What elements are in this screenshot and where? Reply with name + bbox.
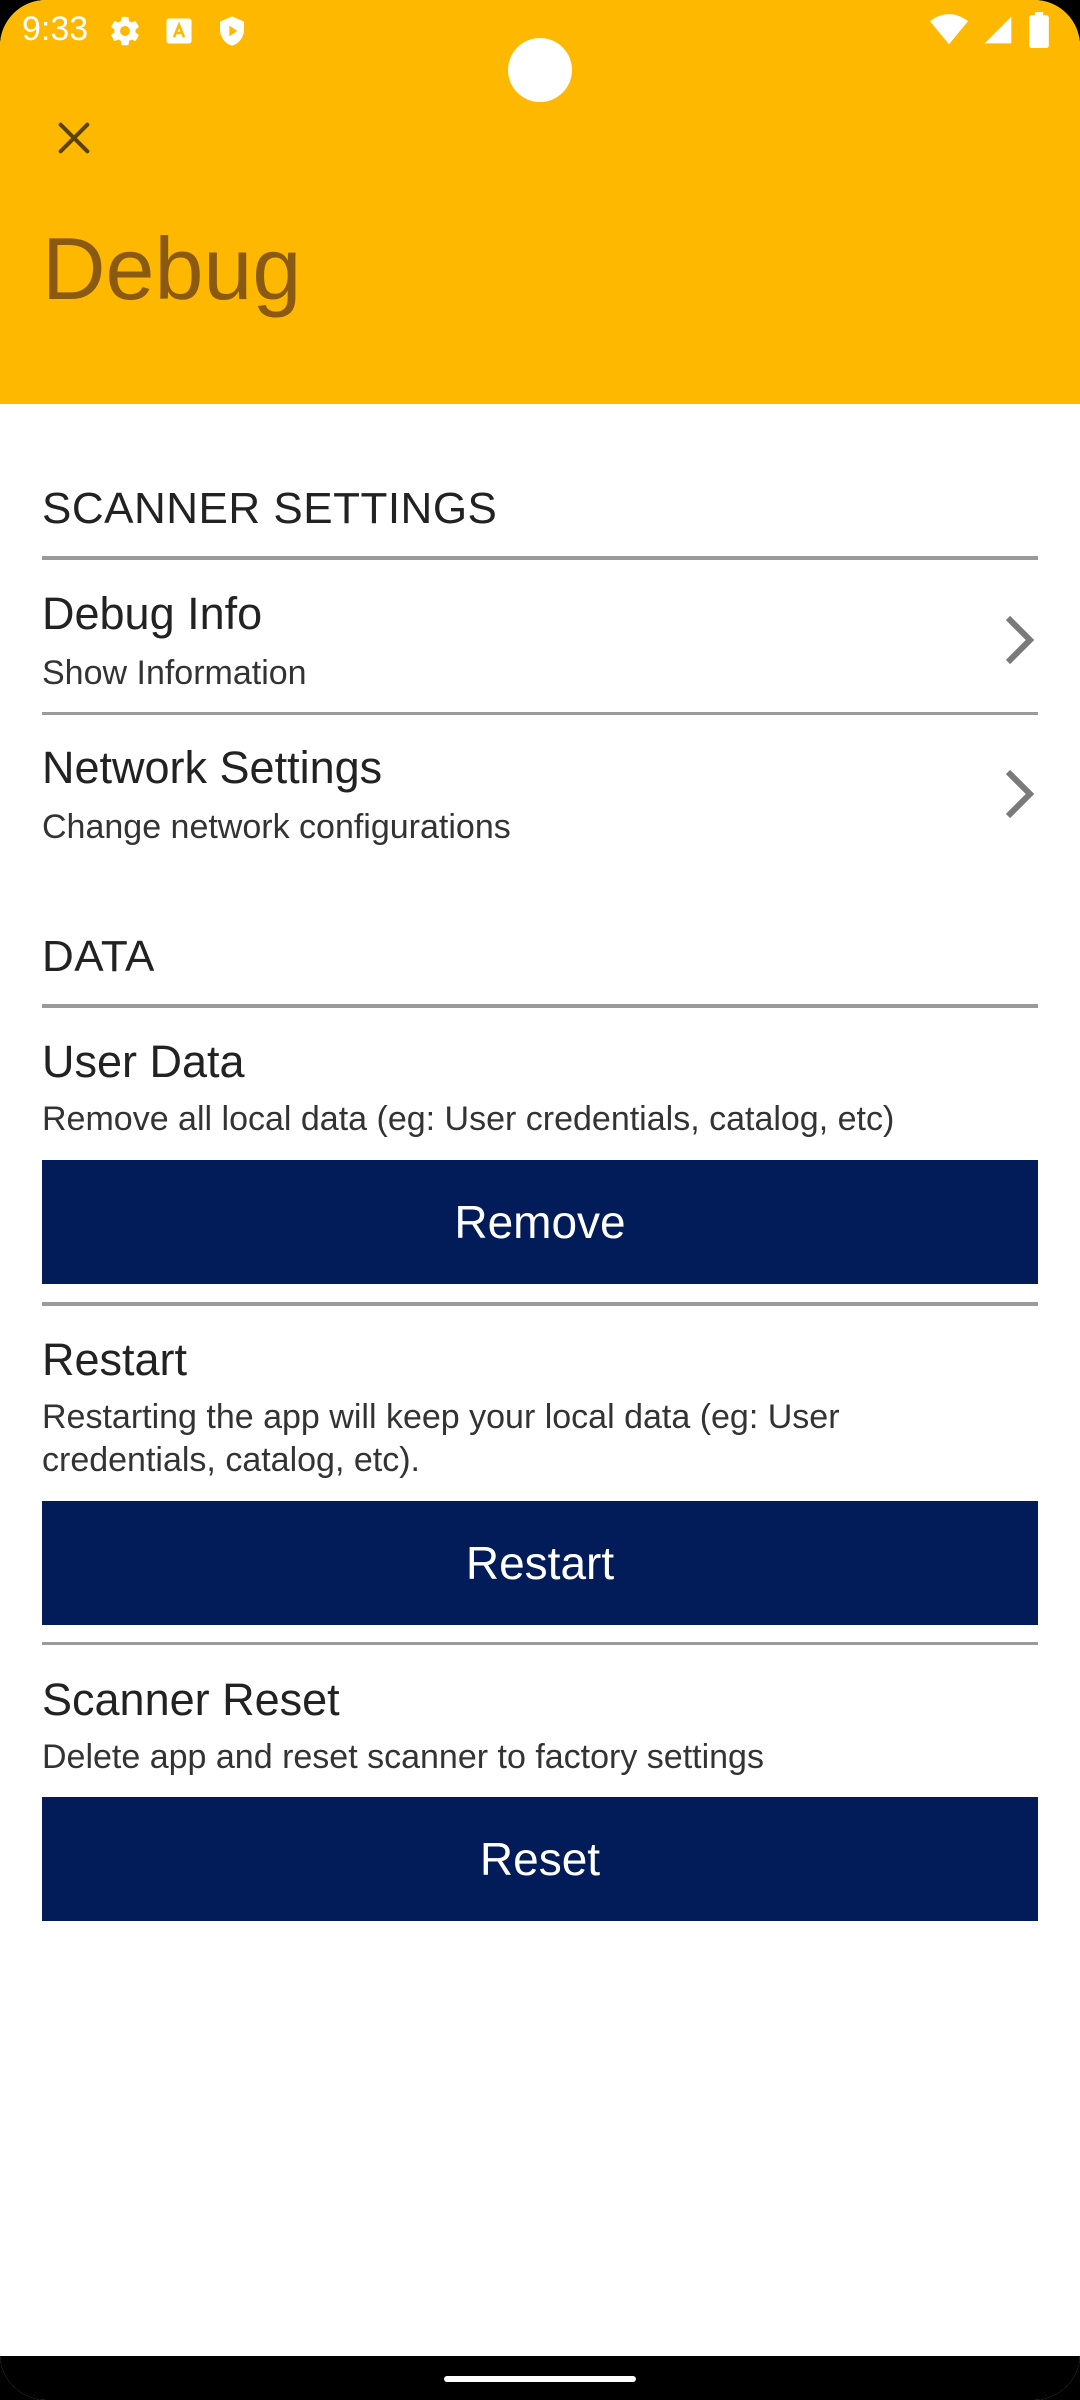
battery-icon xyxy=(1028,12,1050,53)
app-screen: 9:33 Debug SCANNER SETTINGS Debug Info S… xyxy=(0,0,1080,2400)
restart-button[interactable]: Restart xyxy=(42,1501,1038,1625)
section-header-data: DATA xyxy=(42,932,155,981)
home-gesture-handle[interactable] xyxy=(444,2376,636,2382)
status-right-icons xyxy=(930,12,1050,53)
user-data-title: User Data xyxy=(42,1036,245,1087)
list-item-subtitle: Change network configurations xyxy=(42,808,511,846)
row-divider xyxy=(42,1302,1038,1306)
status-time: 9:33 xyxy=(22,10,89,48)
remove-button[interactable]: Remove xyxy=(42,1160,1038,1284)
restart-subtitle: Restarting the app will keep your local … xyxy=(42,1398,840,1479)
section-divider xyxy=(42,1004,1038,1008)
app-bar: 9:33 Debug xyxy=(0,0,1080,404)
row-divider xyxy=(42,712,1038,715)
scanner-reset-subtitle: Delete app and reset scanner to factory … xyxy=(42,1738,764,1776)
list-item-subtitle: Show Information xyxy=(42,654,307,692)
section-divider xyxy=(42,556,1038,560)
list-item-title: Network Settings xyxy=(42,742,383,793)
signal-icon xyxy=(982,14,1014,51)
close-button[interactable] xyxy=(42,108,106,172)
restart-title: Restart xyxy=(42,1334,188,1385)
shield-play-icon xyxy=(216,14,248,53)
wifi-icon xyxy=(930,14,968,51)
reset-button[interactable]: Reset xyxy=(42,1797,1038,1921)
status-left-icons xyxy=(108,14,248,53)
user-data-subtitle: Remove all local data (eg: User credenti… xyxy=(42,1100,895,1138)
section-header-scanner-settings: SCANNER SETTINGS xyxy=(42,484,498,533)
page-title: Debug xyxy=(42,219,302,318)
chevron-right-icon xyxy=(998,610,1038,670)
row-divider xyxy=(42,1642,1038,1645)
scanner-reset-title: Scanner Reset xyxy=(42,1674,340,1725)
close-icon xyxy=(54,118,94,163)
chevron-right-icon xyxy=(998,764,1038,824)
camera-cutout xyxy=(508,38,572,102)
list-item-title: Debug Info xyxy=(42,588,263,639)
settings-icon xyxy=(108,14,142,53)
font-icon xyxy=(164,16,194,51)
